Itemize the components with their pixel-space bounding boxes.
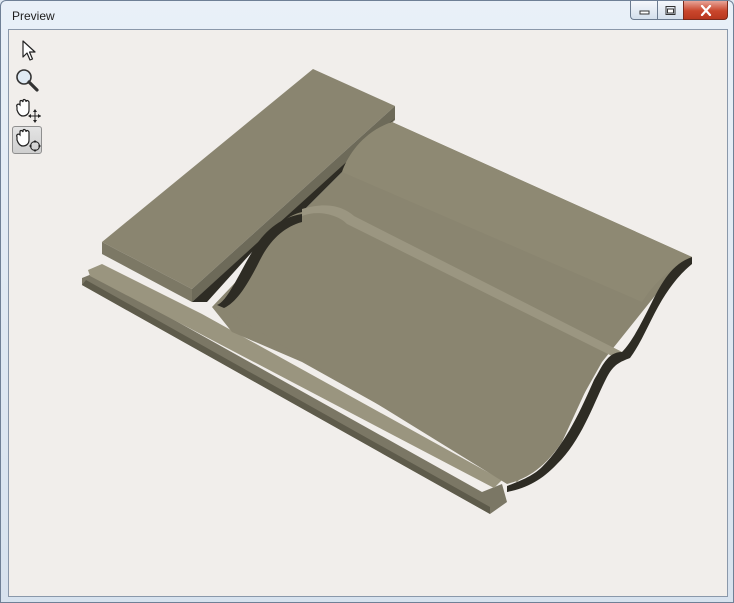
close-button[interactable] (683, 1, 728, 20)
title-bar[interactable]: Preview (1, 1, 733, 29)
minimize-icon (639, 10, 649, 14)
maximize-icon (665, 5, 676, 15)
view-toolbar (12, 36, 44, 156)
arrow-pointer-icon (22, 40, 36, 61)
magnifier-icon (16, 69, 39, 92)
minimize-button[interactable] (630, 1, 657, 20)
hand-pan-icon (16, 98, 41, 123)
close-icon (700, 4, 711, 16)
preview-window: Preview (0, 0, 734, 603)
pan-tool-button[interactable] (12, 96, 42, 124)
preview-canvas[interactable] (8, 29, 728, 597)
window-title: Preview (12, 9, 55, 23)
hand-rotate-icon (16, 128, 41, 152)
3d-viewport[interactable] (9, 30, 727, 596)
caption-buttons (630, 1, 728, 21)
tile-model (82, 69, 692, 514)
maximize-button[interactable] (657, 1, 683, 20)
rotate-tool-button[interactable] (12, 126, 42, 154)
zoom-tool-button[interactable] (12, 66, 42, 94)
select-tool-button[interactable] (12, 36, 42, 64)
